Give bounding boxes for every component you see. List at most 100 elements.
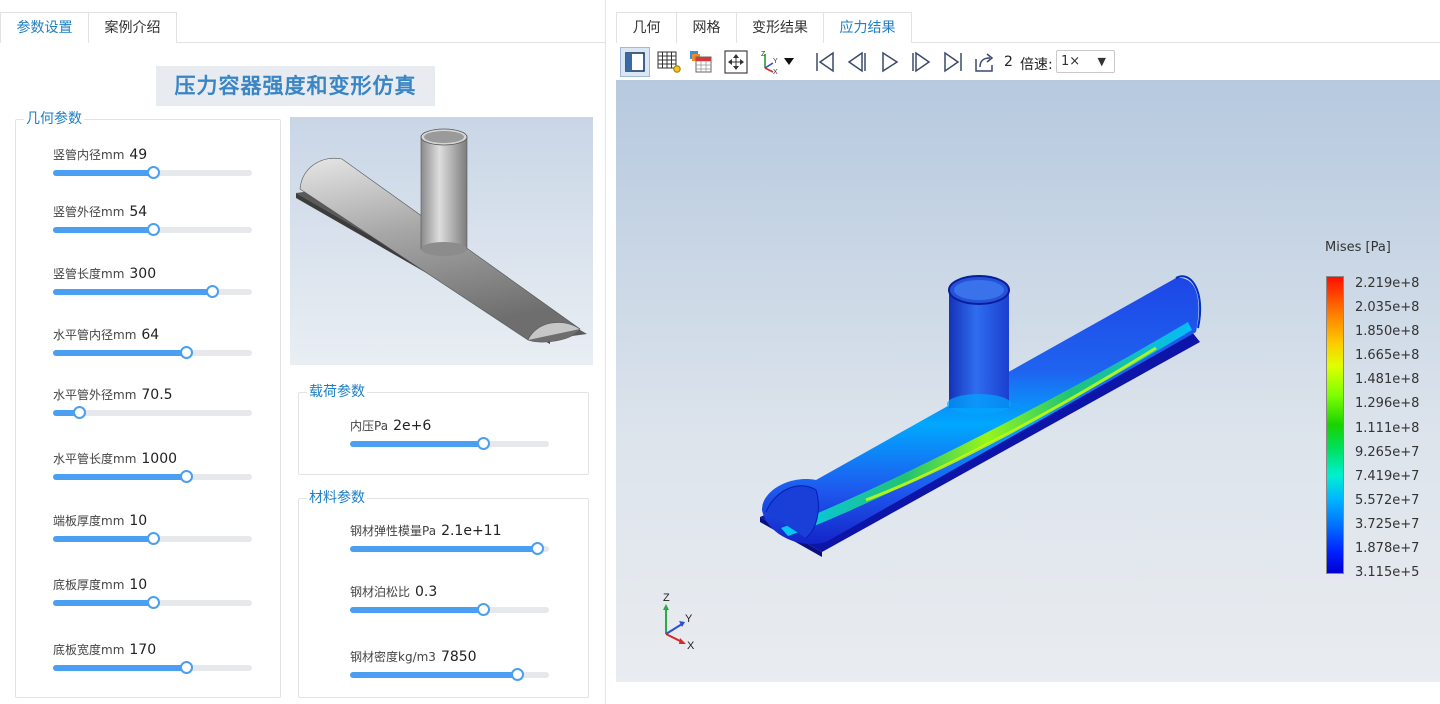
mesh-view-icon[interactable] (654, 47, 684, 77)
legend-tick-label: 1.481e+8 (1355, 372, 1420, 388)
svg-text:Y: Y (773, 58, 778, 65)
triad-y-label: Y (685, 613, 693, 625)
param-label-text: 钢材密度kg/m3 (350, 650, 436, 664)
slider-fill (53, 665, 187, 671)
legend-tick-label: 1.665e+8 (1355, 348, 1420, 364)
legend-tick-label: 7.419e+7 (1355, 468, 1420, 484)
param-slider[interactable] (53, 346, 252, 359)
load-group-title: 载荷参数 (307, 383, 367, 401)
param-value: 170 (129, 642, 157, 658)
slider-handle[interactable] (206, 285, 220, 298)
param-value: 7850 (440, 649, 477, 665)
speed-label: 倍速: (1020, 57, 1053, 73)
tab-deformation-result[interactable]: 变形结果 (736, 12, 824, 43)
page-title: 压力容器强度和变形仿真 (156, 66, 435, 106)
param-label: 底板厚度mm 10 (53, 576, 147, 594)
next-frame-icon[interactable] (906, 47, 936, 77)
fit-view-icon[interactable] (721, 47, 751, 77)
slider-handle[interactable] (146, 596, 160, 609)
slider-handle[interactable] (477, 437, 491, 450)
param-slider[interactable] (53, 470, 252, 483)
slider-handle[interactable] (146, 166, 160, 179)
frame-number: 2 (1004, 54, 1013, 70)
speed-value: 1× (1061, 54, 1081, 69)
param-end-plate-thickness: 端板厚度mm 10 (53, 512, 252, 552)
param-value: 54 (129, 204, 148, 220)
param-slider[interactable] (53, 285, 252, 298)
legend-tick-label: 9.265e+7 (1355, 444, 1420, 460)
param-slider[interactable] (53, 166, 252, 179)
last-frame-icon[interactable] (938, 47, 968, 77)
legend-tick-label: 5.572e+7 (1355, 492, 1420, 508)
param-slider[interactable] (53, 532, 252, 545)
param-label-text: 竖管外径mm (53, 205, 125, 219)
viewer-toolbar: ZYX 2 倍速: 1× ▼ (616, 44, 1440, 80)
slider-handle[interactable] (180, 346, 194, 359)
tab-stress-result[interactable]: 应力结果 (823, 12, 912, 43)
param-slider[interactable] (350, 668, 549, 681)
legend-tick-label: 2.035e+8 (1355, 300, 1420, 316)
param-label: 水平管长度mm 1000 (53, 450, 177, 468)
tab-parameter-settings[interactable]: 参数设置 (0, 12, 89, 43)
param-internal-pressure: 内压Pa 2e+6 (350, 417, 549, 457)
slider-handle[interactable] (146, 223, 160, 236)
tab-mesh[interactable]: 网格 (676, 12, 737, 43)
slider-fill (350, 672, 518, 678)
tab-geometry[interactable]: 几何 (616, 12, 677, 43)
slider-handle[interactable] (180, 661, 194, 674)
param-slider[interactable] (350, 603, 549, 616)
param-label-text: 竖管长度mm (53, 267, 125, 281)
axis-triad: Z Y X (663, 592, 695, 650)
table-view-icon[interactable] (686, 47, 716, 77)
legend-tick-label: 1.850e+8 (1355, 324, 1420, 340)
param-label: 内压Pa 2e+6 (350, 417, 431, 435)
param-vertical-pipe-length: 竖管长度mm 300 (53, 265, 252, 305)
slider-fill (53, 227, 153, 233)
export-icon[interactable] (970, 47, 1000, 77)
svg-text:Z: Z (761, 51, 766, 58)
param-slider[interactable] (53, 406, 252, 419)
param-vertical-pipe-inner-diameter: 竖管内径mm 49 (53, 146, 252, 186)
param-label-text: 底板宽度mm (53, 643, 125, 657)
param-value: 300 (129, 266, 157, 282)
first-frame-icon[interactable] (810, 47, 840, 77)
model-view-icon[interactable] (620, 47, 650, 77)
slider-fill (350, 607, 484, 613)
legend-tick-label: 1.878e+7 (1355, 540, 1420, 556)
prev-frame-icon[interactable] (842, 47, 872, 77)
slider-handle[interactable] (531, 542, 545, 555)
param-horizontal-pipe-inner-diameter: 水平管内径mm 64 (53, 326, 252, 366)
slider-fill (350, 441, 484, 447)
slider-handle[interactable] (146, 532, 160, 545)
3d-viewport[interactable]: Mises [Pa] 2.219e+8 2.035e+8 1.850e+8 1.665… (616, 80, 1440, 682)
param-label: 竖管长度mm 300 (53, 265, 156, 283)
param-label-text: 内压Pa (350, 419, 389, 433)
param-value: 1000 (141, 451, 178, 467)
param-slider[interactable] (350, 437, 549, 450)
slider-fill (53, 170, 153, 176)
param-label-text: 水平管内径mm (53, 328, 137, 342)
legend-tick-label: 3.115e+5 (1355, 565, 1420, 580)
axes-orientation-icon[interactable]: ZYX (757, 47, 801, 77)
play-icon[interactable] (874, 47, 904, 77)
slider-handle[interactable] (511, 668, 525, 681)
param-label-text: 端板厚度mm (53, 514, 125, 528)
param-slider[interactable] (53, 223, 252, 236)
param-label-text: 底板厚度mm (53, 578, 125, 592)
slider-handle[interactable] (477, 603, 491, 616)
param-slider[interactable] (53, 661, 252, 674)
param-vertical-pipe-outer-diameter: 竖管外径mm 54 (53, 203, 252, 243)
param-slider[interactable] (350, 542, 549, 555)
legend-title: Mises [Pa] (1325, 240, 1391, 255)
param-slider[interactable] (53, 596, 252, 609)
slider-handle[interactable] (72, 406, 86, 419)
param-label: 钢材密度kg/m3 7850 (350, 648, 477, 666)
slider-handle[interactable] (180, 470, 194, 483)
param-value: 10 (129, 577, 148, 593)
speed-select[interactable]: 1× ▼ (1056, 50, 1115, 73)
pressure-vessel-geometry-model (296, 128, 587, 344)
param-value: 49 (129, 147, 148, 163)
param-horizontal-pipe-length: 水平管长度mm 1000 (53, 450, 252, 490)
param-steel-density: 钢材密度kg/m3 7850 (350, 648, 549, 688)
tab-case-intro[interactable]: 案例介绍 (88, 12, 177, 43)
